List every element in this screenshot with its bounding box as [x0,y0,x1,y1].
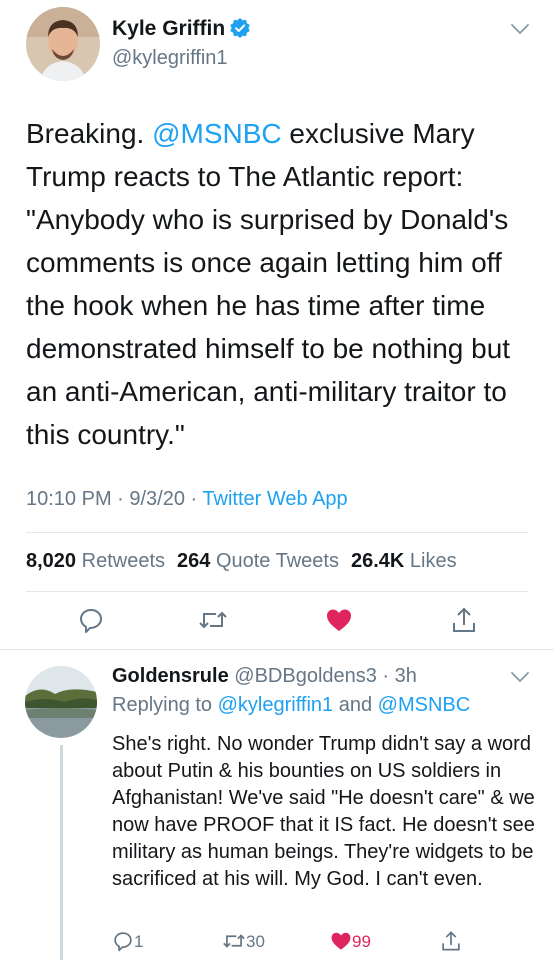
divider [26,591,528,592]
divider [26,532,528,533]
likes-stat[interactable]: 26.4K Likes [351,550,457,572]
retweet-icon[interactable] [198,606,227,634]
quotes-label: Quote Tweets [215,550,339,572]
author-handle[interactable]: @kylegriffin1 [112,47,228,70]
share-icon[interactable] [440,930,462,952]
reply-header: Goldensrule @BDBgoldens3 · 3h [112,665,417,688]
reply-icon[interactable] [112,930,134,952]
source-link[interactable]: Twitter Web App [202,488,347,510]
likes-count: 26.4K [350,550,405,572]
reply-author-name[interactable]: Goldensrule [112,665,229,687]
reply-share-action[interactable] [440,930,462,952]
tweet-stats: 8,020 Retweets 264 Quote Tweets 26.4K Like… [26,550,457,573]
author-name[interactable]: Kyle Griffin [112,17,250,41]
thread-line [60,745,63,960]
replying-mention-2[interactable]: @MSNBC [378,694,471,716]
reply-reply-action[interactable]: 1 [112,930,143,952]
replying-and: and [333,694,378,716]
reply-like-action[interactable]: 99 [330,930,371,952]
quotes-stat[interactable]: 264 Quote Tweets [177,550,339,572]
reply-icon[interactable] [77,606,105,634]
quotes-count: 264 [177,550,211,572]
like-heart-icon[interactable] [330,930,352,952]
chevron-down-icon[interactable] [509,22,531,41]
retweets-stat[interactable]: 8,020 Retweets [26,550,165,572]
reply-author-handle[interactable]: @BDBgoldens3 [234,665,377,687]
mention-link[interactable]: @MSNBC [152,118,282,149]
divider [0,649,554,650]
likes-label: Likes [409,550,457,572]
tweet-text: Breaking. @MSNBC exclusive Mary Trump re… [26,112,526,456]
retweets-count: 8,020 [26,550,77,572]
author-name-text[interactable]: Kyle Griffin [112,17,225,40]
timestamp-text[interactable]: 10:10 PM · 9/3/20 · [26,488,202,510]
reply-retweet-action[interactable]: 30 [222,930,265,952]
like-heart-icon[interactable] [325,606,353,634]
tweet-text-lead: Breaking. [26,118,153,149]
tweet-timestamp: 10:10 PM · 9/3/20 · Twitter Web App [26,488,348,511]
reply-retweet-count: 30 [246,932,265,951]
retweets-label: Retweets [81,550,165,572]
chevron-down-icon[interactable] [509,670,531,689]
replying-mention-1[interactable]: @kylegriffin1 [218,694,334,716]
share-icon[interactable] [450,606,478,634]
reply-author-avatar[interactable] [25,666,97,738]
reply-reply-count: 1 [134,932,144,951]
verified-badge-icon [230,18,250,38]
replying-to: Replying to @kylegriffin1 and @MSNBC [112,694,470,717]
reply-text: She's right. No wonder Trump didn't say … [112,733,535,890]
replying-prefix: Replying to [112,694,218,716]
author-avatar[interactable] [26,7,100,81]
retweet-icon[interactable] [222,930,246,952]
reply-time: · 3h [376,665,417,687]
tweet-text-body: exclusive Mary Trump reacts to The Atlan… [26,118,511,450]
reply-like-count: 99 [352,932,371,951]
